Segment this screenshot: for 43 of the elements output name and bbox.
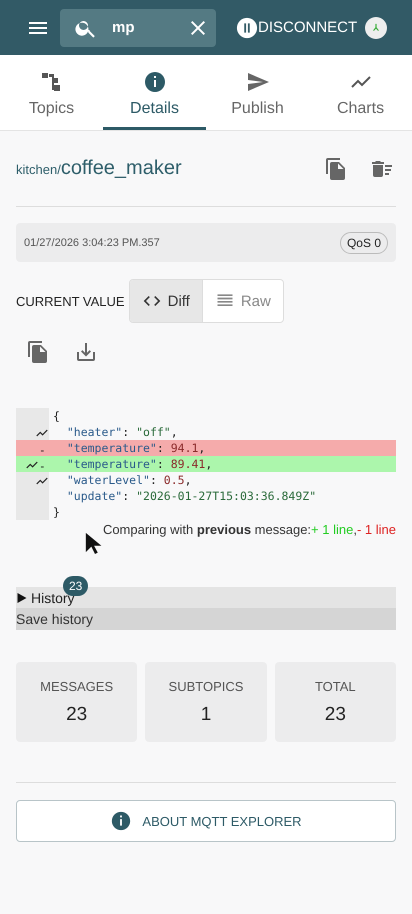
copy-button[interactable] xyxy=(26,339,50,365)
stat-label: MESSAGES xyxy=(40,678,114,694)
diff-toggle[interactable]: Diff xyxy=(130,280,203,322)
copy-button[interactable] xyxy=(324,156,348,180)
code-line: "waterLevel": 0.5, xyxy=(66,472,193,488)
raw-toggle[interactable]: Raw xyxy=(202,280,283,322)
added-count: + 1 line xyxy=(311,522,354,537)
code-line: { xyxy=(52,408,61,424)
qos-chip: QoS 0 xyxy=(340,232,388,254)
info-icon xyxy=(110,810,132,832)
tab[interactable]: Details xyxy=(103,55,206,130)
code-line: "heater": "off", xyxy=(66,424,179,440)
tab[interactable]: Topics xyxy=(0,55,103,130)
expand-icon[interactable] xyxy=(16,592,28,604)
tab[interactable]: Publish xyxy=(206,55,309,130)
stat-label: TOTAL xyxy=(314,678,356,694)
copy-icon xyxy=(26,340,50,364)
stat-value: 23 xyxy=(324,704,346,726)
diff-marker: - xyxy=(39,446,47,456)
comparison-text: Comparing with previous message: xyxy=(102,522,312,537)
topic-name: coffee_maker xyxy=(60,157,182,179)
download-icon xyxy=(74,340,98,364)
topic-path: kitchen/ xyxy=(16,162,61,177)
copy-icon xyxy=(324,156,348,180)
disconnect-button[interactable]: DISCONNECT xyxy=(236,16,358,38)
avatar-icon xyxy=(365,16,388,38)
stat-value: 1 xyxy=(200,704,212,726)
section-label: CURRENT VALUE xyxy=(16,294,125,308)
send-icon xyxy=(246,70,270,94)
comparison-separator: , xyxy=(353,522,357,537)
removed-count: - 1 line xyxy=(356,522,396,537)
save-history-button[interactable]: Save history xyxy=(16,608,396,630)
stat-label: SUBTOPICS xyxy=(168,678,244,694)
stat-value: 23 xyxy=(66,704,88,726)
code-line: "update": "2026-01-27T15:03:36.849Z" xyxy=(66,488,318,504)
info-icon xyxy=(142,70,166,94)
diff-marker: - xyxy=(39,462,47,472)
tab[interactable]: Charts xyxy=(309,55,412,130)
code-line: } xyxy=(52,504,61,520)
timestamp: 01/27/2026 3:04:23 PM.357 xyxy=(24,236,160,248)
about-button[interactable]: ABOUT MQTT EXPLORER xyxy=(16,800,396,842)
pause-icon xyxy=(236,16,258,38)
count-badge: 23 xyxy=(63,576,88,596)
